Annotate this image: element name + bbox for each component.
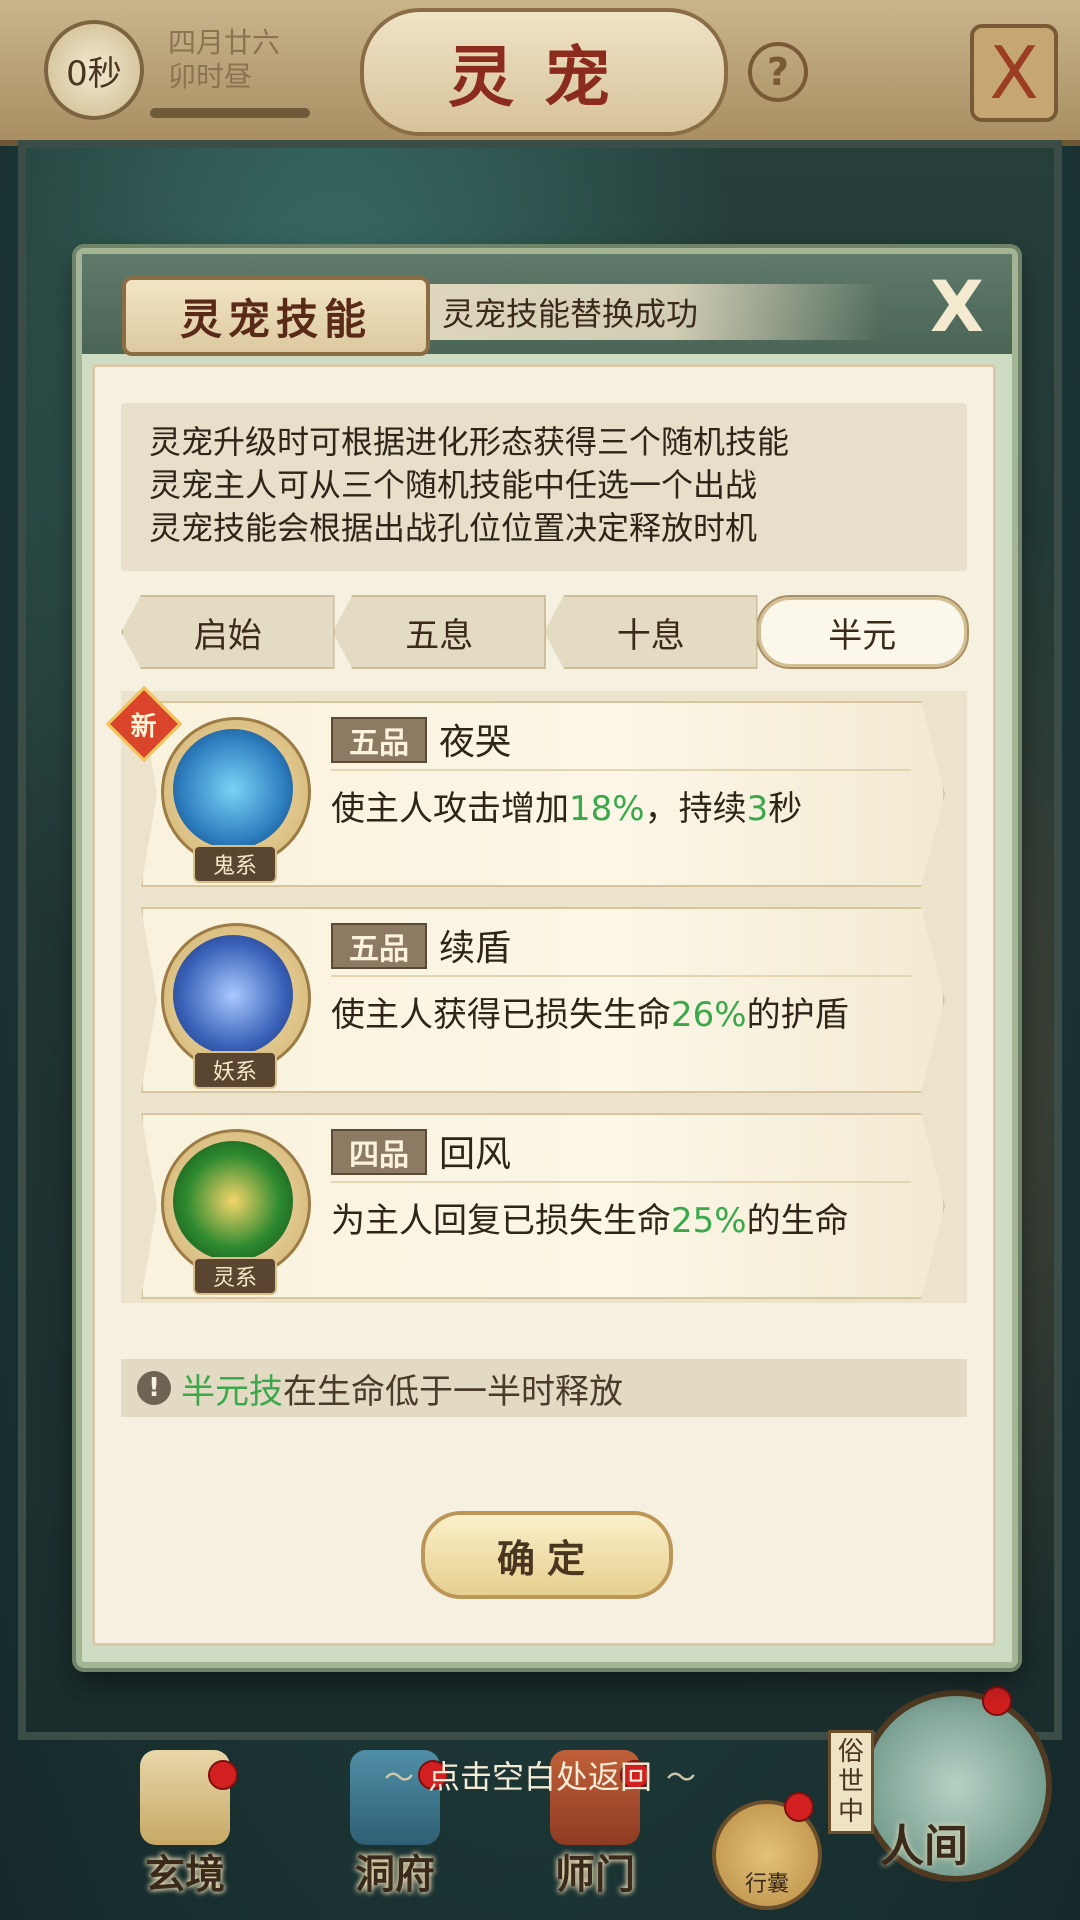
description-box: 灵宠升级时可根据进化形态获得三个随机技能 灵宠主人可从三个随机技能中任选一个出战… — [121, 403, 967, 571]
nav-label: 师门 — [555, 1851, 635, 1898]
effect-text: ，持续 — [644, 789, 747, 829]
pet-skill-dialog: 灵宠技能替换成功 灵宠技能 X 灵宠升级时可根据进化形态获得三个随机技能 灵宠主… — [76, 248, 1018, 1668]
ghost-skill-icon — [173, 729, 293, 849]
skill-card-huifeng[interactable]: 灵系 四品 回风 为主人回复已损失生命25%的生命 — [121, 1109, 967, 1299]
skill-grade: 五品 — [331, 717, 427, 763]
skill-type-tag: 妖系 — [193, 1051, 277, 1089]
skill-card-yeku[interactable]: 鬼系 新 五品 夜哭 使主人攻击增加18%，持续3秒 — [105, 685, 967, 887]
skill-name: 回风 — [439, 1134, 512, 1175]
effect-text: 为主人回复已损失生命 — [331, 1201, 671, 1241]
tab-qishi[interactable]: 启始 — [121, 595, 335, 669]
skill-list: 鬼系 新 五品 夜哭 使主人攻击增加18%，持续3秒 妖系 五品 续盾 使主人获… — [105, 685, 967, 1303]
dialog-body: 灵宠升级时可根据进化形态获得三个随机技能 灵宠主人可从三个随机技能中任选一个出战… — [92, 364, 996, 1646]
return-hint-text: 点击空白处返回 — [427, 1758, 652, 1796]
wind-skill-icon — [173, 1141, 293, 1261]
effect-value: 18% — [569, 789, 645, 829]
nav-world-label[interactable]: 人间 — [880, 1810, 968, 1874]
skill-effect: 使主人获得已损失生命26%的护盾 — [331, 987, 849, 1036]
skill-effect: 使主人攻击增加18%，持续3秒 — [331, 781, 802, 830]
description-line: 灵宠升级时可根据进化形态获得三个随机技能 — [149, 423, 790, 461]
top-bar: 0秒 四月廿六 卯时昼 灵宠 ? X — [0, 0, 1080, 146]
skill-name: 续盾 — [439, 928, 512, 969]
left-cloud-ornament: 〜 — [383, 1761, 414, 1796]
shield-skill-icon — [173, 935, 293, 1055]
timer-badge: 0秒 — [44, 20, 144, 120]
effect-text: 使主人攻击增加 — [331, 789, 569, 829]
effect-value: 25% — [671, 1201, 747, 1241]
date-line-2: 卯时昼 — [168, 60, 253, 93]
page-title: 灵宠 — [360, 8, 728, 136]
description-line: 灵宠技能会根据出战孔位位置决定释放时机 — [149, 509, 758, 547]
game-date: 四月廿六 卯时昼 — [168, 26, 280, 94]
toast-message: 灵宠技能替换成功 — [362, 284, 882, 340]
skill-grade: 四品 — [331, 1129, 427, 1175]
tab-shixi[interactable]: 十息 — [544, 595, 758, 669]
effect-duration: 3 — [746, 789, 769, 829]
bag-label: 行囊 — [744, 1872, 789, 1897]
skill-name: 夜哭 — [439, 722, 512, 763]
tab-wuxi[interactable]: 五息 — [332, 595, 546, 669]
notification-dot — [982, 1686, 1012, 1716]
effect-text: 的生命 — [746, 1201, 849, 1241]
skill-card-xudun[interactable]: 妖系 五品 续盾 使主人获得已损失生命26%的护盾 — [121, 903, 967, 1093]
dialog-title-tab: 灵宠技能 — [122, 276, 430, 356]
effect-text: 秒 — [768, 789, 803, 829]
description-line: 灵宠主人可从三个随机技能中任选一个出战 — [149, 466, 758, 504]
nav-label: 洞府 — [355, 1851, 435, 1898]
skill-effect: 为主人回复已损失生命25%的生命 — [331, 1193, 849, 1242]
divider — [331, 975, 911, 977]
skill-type-tag: 灵系 — [193, 1257, 277, 1295]
info-icon: ! — [137, 1371, 171, 1405]
new-badge-label: 新 — [130, 711, 158, 742]
return-hint[interactable]: 〜点击空白处返回〜 — [0, 1752, 1080, 1798]
close-icon[interactable]: X — [922, 272, 992, 342]
tab-banyuan[interactable]: 半元 — [755, 595, 969, 669]
effect-text: 使主人获得已损失生命 — [331, 995, 671, 1035]
date-line-1: 四月廿六 — [168, 26, 281, 59]
skill-type-tag: 鬼系 — [193, 845, 277, 883]
skill-grade: 五品 — [331, 923, 427, 969]
timing-tabs: 启始 五息 十息 半元 — [121, 595, 969, 669]
tip-text: 在生命低于一半时释放 — [283, 1371, 623, 1412]
confirm-button[interactable]: 确定 — [421, 1511, 673, 1599]
right-cloud-ornament: 〜 — [666, 1761, 696, 1796]
divider — [331, 1181, 911, 1183]
effect-text: 的护盾 — [746, 995, 849, 1035]
top-close-icon[interactable]: X — [970, 24, 1058, 122]
help-icon[interactable]: ? — [748, 42, 808, 102]
effect-value: 26% — [671, 995, 747, 1035]
divider — [331, 769, 911, 771]
nav-label: 玄境 — [145, 1851, 225, 1898]
time-progress-bar — [150, 108, 310, 118]
tip-bar: ! 半元技 在生命低于一半时释放 — [121, 1359, 967, 1417]
tip-highlight: 半元技 — [181, 1371, 283, 1412]
